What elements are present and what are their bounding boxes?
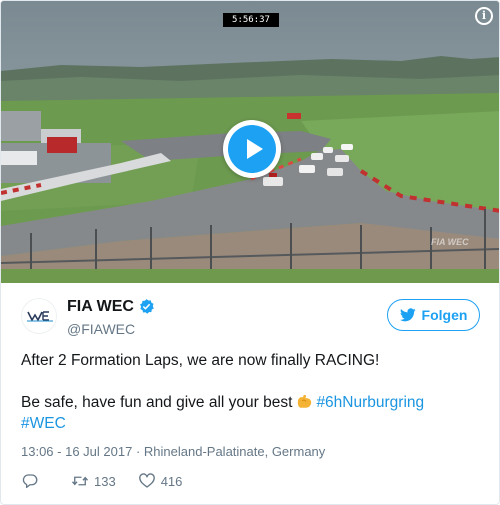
tweet-line-2-text: Be safe, have fun and give all your best <box>21 394 293 411</box>
retweet-button[interactable]: 133 <box>71 472 116 490</box>
play-button[interactable] <box>223 120 281 178</box>
retweet-icon <box>71 476 89 486</box>
meta-dot: · <box>132 444 144 459</box>
avatar[interactable] <box>21 298 57 334</box>
flexed-biceps-emoji-icon <box>298 394 312 408</box>
heart-icon <box>138 473 155 488</box>
tweet-date[interactable]: 16 Jul 2017 <box>65 444 132 459</box>
author-display-name[interactable]: FIA WEC <box>67 298 134 316</box>
tweet-card: 5:56:37 i FIA WEC FIA WEC @FIAWEC Folgen <box>0 0 500 505</box>
tweet-line-2: Be safe, have fun and give all your best… <box>21 392 481 413</box>
twitter-bird-icon <box>399 308 416 322</box>
meta-separator: - <box>53 444 66 459</box>
tweet-time[interactable]: 13:06 <box>21 444 54 459</box>
video-watermark: FIA WEC <box>431 237 469 247</box>
info-icon[interactable]: i <box>475 7 493 25</box>
author-handle[interactable]: @FIAWEC <box>67 321 135 337</box>
follow-button[interactable]: Folgen <box>387 299 480 331</box>
hashtag-link[interactable]: #6hNurburgring <box>316 394 424 411</box>
video-player[interactable]: 5:56:37 i FIA WEC <box>1 1 499 283</box>
tweet-location[interactable]: Rhineland-Palatinate, Germany <box>144 444 325 459</box>
like-count: 416 <box>160 473 183 489</box>
tweet-line-1: After 2 Formation Laps, we are now final… <box>21 352 380 369</box>
play-icon <box>228 125 276 173</box>
follow-button-label: Folgen <box>421 307 468 323</box>
tweet-meta: 13:06 - 16 Jul 2017 · Rhineland-Palatina… <box>21 444 325 459</box>
verified-badge-icon <box>140 299 154 314</box>
video-timestamp: 5:56:37 <box>223 13 279 27</box>
wec-logo-icon <box>27 311 53 322</box>
reply-button[interactable] <box>21 472 39 490</box>
retweet-count: 133 <box>94 473 116 489</box>
hashtag-link[interactable]: #WEC <box>21 413 481 434</box>
tweet-text: After 2 Formation Laps, we are now final… <box>21 350 481 434</box>
tweet-header: FIA WEC @FIAWEC Folgen <box>1 283 499 343</box>
like-button[interactable]: 416 <box>138 472 183 490</box>
reply-icon <box>22 474 38 489</box>
tweet-actions: 133 416 <box>21 471 182 491</box>
